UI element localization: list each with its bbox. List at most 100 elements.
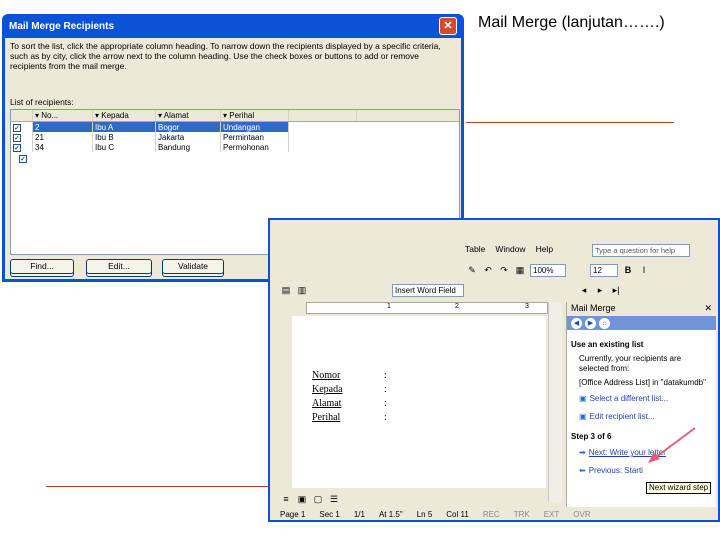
extra-checks: ✓	[19, 155, 27, 165]
insert-word-field-dropdown[interactable]: Insert Word Field	[392, 283, 464, 297]
status-ovr[interactable]: OVR	[573, 510, 590, 522]
print-view-icon[interactable]: ▢	[312, 494, 324, 506]
next-record-icon[interactable]: ▸	[594, 285, 606, 296]
cell-perihal: Undangan	[221, 122, 289, 132]
row-check[interactable]: ✓	[11, 122, 33, 132]
main-document-icon[interactable]: ▤	[280, 285, 292, 296]
field-colon: :	[384, 398, 387, 409]
normal-view-icon[interactable]: ≡	[280, 494, 292, 506]
field-colon: :	[384, 370, 387, 381]
next-step-label: Next: Write your letter	[588, 448, 666, 457]
redo-icon[interactable]: ↷	[498, 265, 510, 276]
cell-kepada: Ibu B	[93, 132, 156, 142]
checkbox[interactable]: ✓	[13, 143, 21, 152]
back-icon[interactable]: ◀	[571, 317, 582, 329]
column-header-perihal[interactable]: ▾ Perihal	[221, 110, 289, 121]
instructions-text: To sort the list, click the appropriate …	[10, 41, 441, 71]
status-pages: 1/1	[353, 510, 365, 519]
word-window: Table Window Help Type a question for he…	[268, 218, 720, 522]
column-header-check[interactable]	[11, 110, 33, 121]
next-step-link[interactable]: ➡ Next: Write your letter	[579, 448, 666, 457]
menu-help[interactable]: Help	[536, 244, 553, 254]
ask-question-input[interactable]: Type a question for help	[592, 244, 690, 257]
row-check[interactable]: ✓	[11, 132, 33, 142]
column-header-alamat-label: Alamat	[163, 111, 189, 120]
row-check[interactable]: ✓	[11, 142, 33, 152]
cell-no: 34	[33, 142, 93, 152]
document-page[interactable]: Nomor : Kepada : Alamat : Perihal :	[292, 316, 546, 488]
cell-kepada: Ibu A	[93, 122, 156, 132]
table-row[interactable]: ✓ 2 Ibu A Bogor Undangan	[11, 122, 459, 132]
column-header-alamat[interactable]: ▾ Alamat	[156, 110, 221, 121]
status-bar: Page 1 Sec 1 1/1 At 1.5" Ln 5 Col 11 REC…	[280, 510, 720, 522]
column-header-no[interactable]: ▾ No...	[33, 110, 93, 121]
checkbox[interactable]: ✓	[19, 155, 27, 163]
word-inner: Table Window Help Type a question for he…	[270, 220, 718, 520]
mail-merge-task-pane: Mail Merge ✕ ◀ ▶ ⌂ Use an existing list …	[566, 302, 716, 507]
forward-icon[interactable]: ▶	[585, 317, 596, 329]
ruler-mark: 2	[455, 303, 459, 310]
source-text: [Office Address List] in "datakumdb"	[579, 378, 706, 387]
outline-view-icon[interactable]: ☰	[328, 494, 340, 506]
status-page: Page 1	[280, 510, 306, 519]
field-perihal: Perihal	[312, 412, 341, 423]
status-col: Col 11	[446, 510, 469, 519]
menu-window[interactable]: Window	[495, 244, 525, 254]
open-data-source-icon[interactable]: ▥	[296, 285, 308, 296]
task-pane-title: Mail Merge	[571, 303, 616, 313]
close-icon[interactable]: ✕	[439, 17, 457, 35]
select-different-list-link[interactable]: ▣ Select a different list...	[579, 394, 668, 403]
tooltip: Next wizard step	[646, 482, 712, 494]
cell-no: 21	[33, 132, 93, 142]
close-icon[interactable]: ✕	[704, 303, 712, 315]
validate-button[interactable]: Validate	[162, 259, 224, 274]
list-label: List of recipients:	[10, 97, 74, 107]
dropdown-arrow-icon[interactable]: ▾	[95, 111, 99, 120]
ruler: 1 2 3	[306, 302, 548, 314]
zoom-select[interactable]: 100%	[530, 263, 566, 277]
menu-table[interactable]: Table	[465, 244, 485, 254]
web-view-icon[interactable]: ▣	[296, 494, 308, 506]
font-size-select[interactable]: 12	[590, 263, 618, 277]
column-header-kepada-label: Kepada	[101, 111, 129, 120]
previous-step-link[interactable]: ⬅ Previous: Starti	[579, 466, 643, 475]
menubar: Table Window Help	[465, 244, 553, 254]
cell-alamat: Bandung	[156, 142, 221, 152]
last-record-icon[interactable]: ▸|	[610, 285, 622, 296]
home-icon[interactable]: ⌂	[599, 317, 610, 329]
field-colon: :	[384, 384, 387, 395]
previous-arrow-icon: ⬅	[579, 466, 586, 475]
edit-recipient-list-link[interactable]: ▣ Edit recipient list...	[579, 412, 654, 421]
checkbox[interactable]: ✓	[13, 123, 21, 132]
bold-button[interactable]: B	[622, 265, 634, 275]
status-rec[interactable]: REC	[483, 510, 500, 522]
research-icon[interactable]: ✎	[466, 265, 478, 276]
status-ext[interactable]: EXT	[544, 510, 560, 522]
column-header-extra[interactable]	[289, 110, 357, 121]
grid-header: ▾ No... ▾ Kepada ▾ Alamat ▾ Perihal	[11, 110, 459, 122]
currently-text: Currently, your recipients are selected …	[579, 354, 682, 373]
table-icon[interactable]: ▦	[514, 265, 526, 276]
table-row[interactable]: ✓ 34 Ibu C Bandung Permohonan	[11, 142, 459, 152]
dropdown-arrow-icon[interactable]: ▾	[158, 111, 162, 120]
column-header-kepada[interactable]: ▾ Kepada	[93, 110, 156, 121]
previous-step-label: Previous: Starti	[588, 466, 643, 475]
table-row[interactable]: ✓ 21 Ibu B Jakarta Permintaan	[11, 132, 459, 142]
cell-perihal: Permintaan	[221, 132, 289, 142]
find-button-visible[interactable]: Find...	[10, 259, 74, 274]
status-section: Sec 1	[319, 510, 340, 519]
undo-icon[interactable]: ↶	[482, 265, 494, 276]
task-pane-nav: ◀ ▶ ⌂	[567, 316, 716, 330]
column-header-perihal-label: Perihal	[229, 111, 255, 120]
italic-icon[interactable]: I	[638, 265, 650, 275]
dropdown-arrow-icon[interactable]: ▾	[35, 111, 39, 120]
vertical-scrollbar[interactable]	[548, 302, 562, 502]
cell-alamat: Jakarta	[156, 132, 221, 142]
view-merged-icon[interactable]: ◂	[578, 285, 590, 296]
dropdown-arrow-icon[interactable]: ▾	[223, 111, 227, 120]
edit-button[interactable]: Edit...	[86, 259, 152, 274]
next-arrow-icon: ➡	[579, 448, 586, 457]
select-different-list-label: Select a different list...	[589, 394, 669, 403]
checkbox[interactable]: ✓	[13, 133, 21, 142]
status-trk[interactable]: TRK	[514, 510, 530, 522]
